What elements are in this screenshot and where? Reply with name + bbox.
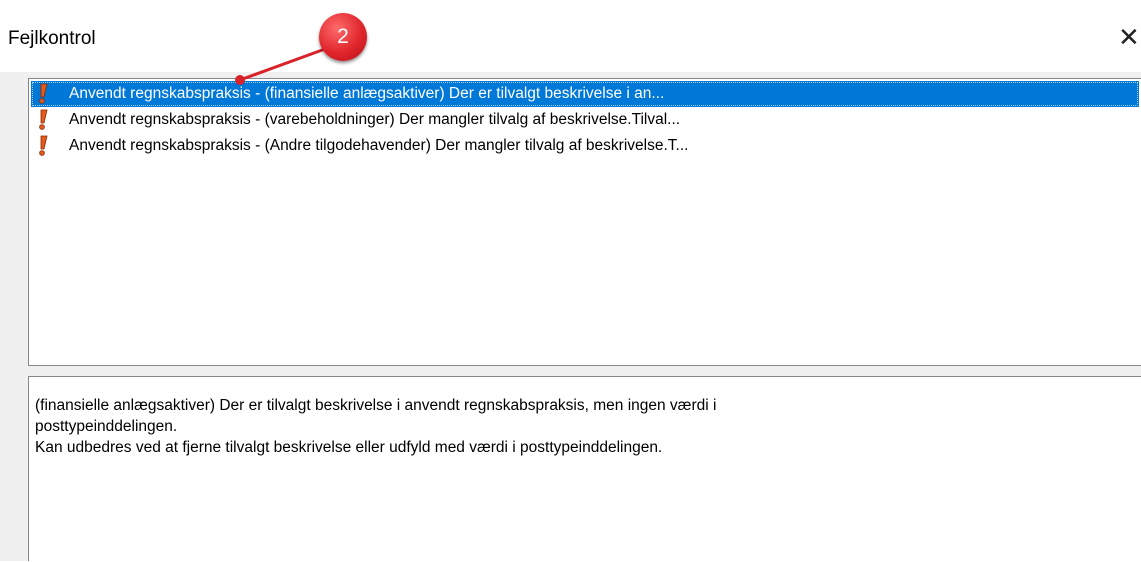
detail-line-3: Kan udbedres ved at fjerne tilvalgt besk… [35, 439, 663, 456]
detail-line-1: (finansielle anlægsaktiver) Der er tilva… [35, 397, 717, 414]
error-list-item[interactable]: Anvendt regnskabspraksis - (finansielle … [31, 81, 1139, 107]
exclamation-icon [39, 135, 48, 156]
error-detail-textbox[interactable]: (finansielle anlægsaktiver) Der er tilva… [28, 376, 1141, 561]
detail-line-2: posttypeinddelingen. [35, 418, 178, 435]
close-icon: ✕ [1118, 22, 1140, 52]
error-item-text: Anvendt regnskabspraksis - (finansielle … [69, 85, 665, 102]
title-bar: Fejlkontrol ✕ [0, 0, 1141, 72]
error-list-item[interactable]: Anvendt regnskabspraksis - (varebeholdni… [31, 107, 1139, 133]
exclamation-icon [39, 83, 48, 104]
error-list[interactable]: Anvendt regnskabspraksis - (finansielle … [28, 78, 1141, 366]
callout-badge: 2 [319, 13, 367, 61]
exclamation-icon [39, 109, 48, 130]
error-list-item[interactable]: Anvendt regnskabspraksis - (Andre tilgod… [31, 133, 1139, 159]
error-item-text: Anvendt regnskabspraksis - (Andre tilgod… [69, 137, 689, 154]
error-item-text: Anvendt regnskabspraksis - (varebeholdni… [69, 111, 681, 128]
dialog-title: Fejlkontrol [8, 28, 96, 49]
close-button[interactable]: ✕ [1118, 22, 1141, 52]
error-detail-text: (finansielle anlægsaktiver) Der er tilva… [35, 395, 1110, 458]
